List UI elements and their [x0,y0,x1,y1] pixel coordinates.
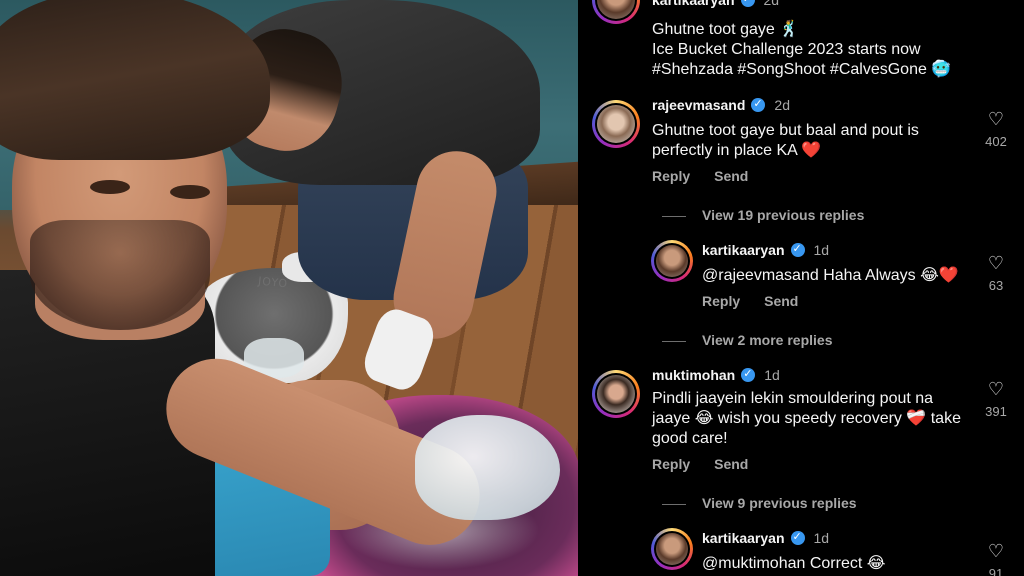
reply-text: @muktimohan Correct 😂 [702,554,885,574]
comment-username[interactable]: muktimohan 1d [652,367,780,383]
reply-username-text[interactable]: kartikaaryan [702,242,785,258]
send-button[interactable]: Send [764,293,798,309]
reply-time: 1d [813,530,830,546]
reply-username[interactable]: kartikaaryan 1d [702,242,829,258]
man-eye-left [90,180,130,194]
caption-line-3: #Shehzada #SongShoot #CalvesGone 🥶 [652,61,952,78]
reply-username[interactable]: kartikaaryan 1d [702,530,829,546]
comment-avatar-muktimohan[interactable] [592,370,640,418]
ice-block [415,415,560,520]
caption-username[interactable]: kartikaaryan 2d [652,0,779,8]
reply-like-count: 91 [988,566,1004,576]
comment-like-count: 402 [985,134,1007,149]
view-previous-replies[interactable]: View 19 previous replies [662,207,864,223]
reply-username-text[interactable]: kartikaaryan [702,530,785,546]
comment-line-2: perfectly in place KA ❤️ [652,142,822,159]
divider-line [662,215,686,217]
man-beard [30,220,210,330]
view-previous-replies-text[interactable]: View 9 previous replies [702,495,857,511]
comment-like[interactable]: ♡ 402 [976,110,1016,149]
comment-time: 1d [764,367,780,383]
comment-avatar-rajeevmasand[interactable] [592,100,640,148]
comment-username[interactable]: rajeevmasand 2d [652,97,790,113]
comment-like[interactable]: ♡ 391 [976,380,1016,419]
reply-like-count: 63 [988,278,1004,293]
view-previous-replies-text[interactable]: View 19 previous replies [702,207,864,223]
caption-time: 2d [763,0,780,8]
reply-avatar-kartikaaryan[interactable] [651,528,693,570]
reply-avatar-kartikaaryan[interactable] [651,240,693,282]
reply-text: @rajeevmasand Haha Always 😂❤️ [702,266,959,286]
reply-actions: Reply Send [702,293,822,309]
divider-line [662,340,686,342]
comment-line-1: Pindli jaayein lekin smouldering pout na [652,390,934,407]
comments-panel: kartikaaryan 2d Ghutne toot gaye 🕺 Ice Bu… [578,0,1024,576]
reply-line: @rajeevmasand Haha Always 😂❤️ [702,267,959,284]
reply-like[interactable]: ♡ 63 [976,254,1016,293]
divider-line [662,503,686,505]
comment-text: Ghutne toot gaye but baal and pout is pe… [652,121,919,161]
verified-badge-icon [740,0,755,7]
reply-button[interactable]: Reply [652,168,690,184]
comment-line-1: Ghutne toot gaye but baal and pout is [652,122,919,139]
reply-button[interactable]: Reply [652,456,690,472]
heart-outline-icon[interactable]: ♡ [976,542,1016,560]
man-eye-right [170,185,210,199]
comment-actions: Reply Send [652,168,772,184]
post-photo: JOYO [0,0,578,576]
send-button[interactable]: Send [714,168,748,184]
heart-outline-icon[interactable]: ♡ [976,254,1016,272]
caption-avatar[interactable] [592,0,640,24]
caption-line-2: Ice Bucket Challenge 2023 starts now [652,41,921,58]
verified-badge-icon [751,97,766,112]
view-more-replies-text[interactable]: View 2 more replies [702,332,832,348]
reply-line: @muktimohan Correct 😂 [702,555,886,572]
heart-outline-icon[interactable]: ♡ [976,380,1016,398]
caption-username-text[interactable]: kartikaaryan [652,0,735,8]
send-button[interactable]: Send [714,456,748,472]
reply-like[interactable]: ♡ 91 [976,542,1016,576]
comment-line-2: jaaye 😂 wish you speedy recovery ❤️‍🩹 ta… [652,410,961,427]
comment-time: 2d [774,97,790,113]
caption-line-1: Ghutne toot gaye 🕺 [652,21,800,38]
comment-text: Pindli jaayein lekin smouldering pout na… [652,389,961,449]
reply-time: 1d [813,242,830,258]
verified-badge-icon [741,367,756,382]
caption-text: Ghutne toot gaye 🕺 Ice Bucket Challenge … [652,20,951,80]
comment-line-3: good care! [652,430,728,447]
comment-like-count: 391 [985,404,1007,419]
view-more-replies[interactable]: View 2 more replies [662,332,832,348]
heart-outline-icon[interactable]: ♡ [976,110,1016,128]
verified-badge-icon [790,242,805,257]
man-hair [0,0,270,160]
comment-username-text[interactable]: muktimohan [652,367,735,383]
comment-actions: Reply Send [652,456,772,472]
reply-button[interactable]: Reply [702,293,740,309]
comment-username-text[interactable]: rajeevmasand [652,97,745,113]
view-previous-replies[interactable]: View 9 previous replies [662,495,857,511]
verified-badge-icon [790,530,805,545]
